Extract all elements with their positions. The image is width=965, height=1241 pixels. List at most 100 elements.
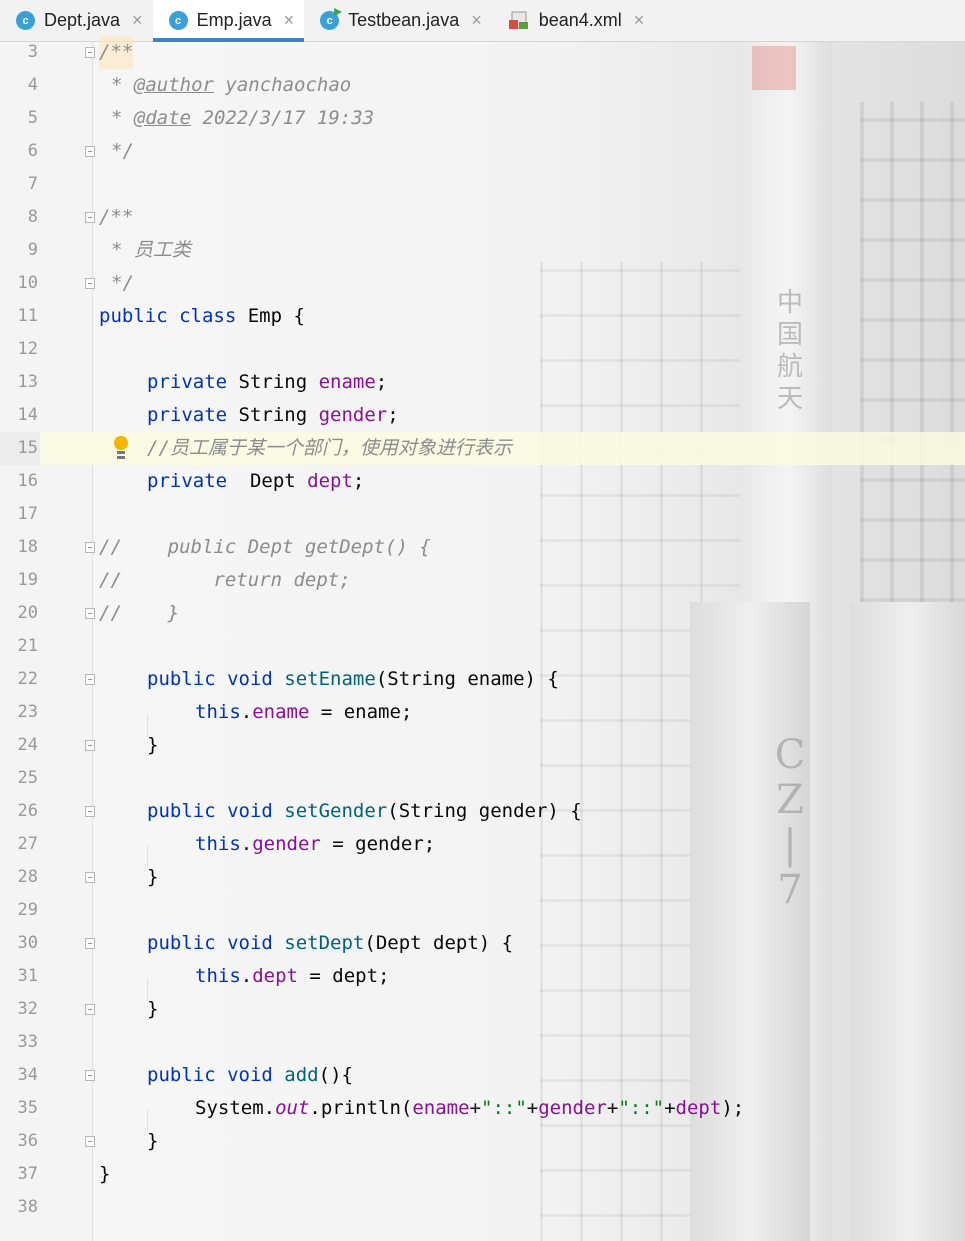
fold-marker[interactable] [85, 278, 95, 289]
code-text: } [147, 1130, 159, 1152]
java-class-icon: c [168, 11, 188, 30]
line-number: 15 [0, 432, 40, 465]
java-runnable-class-icon: c [320, 11, 340, 30]
code-line-13: 13 private String ename; [0, 366, 965, 399]
fold-marker[interactable] [85, 47, 95, 58]
tab-bean4-xml[interactable]: bean4.xml × [492, 0, 655, 41]
line-number: 25 [17, 768, 38, 788]
fold-marker[interactable] [85, 542, 95, 553]
code-line-26: 26 public void setGender(String gender) { [0, 795, 965, 828]
code-line-9: 9 * 员工类 [0, 234, 965, 267]
line-number: 21 [17, 636, 38, 656]
line-number: 19 [17, 570, 38, 590]
fold-marker[interactable] [85, 146, 95, 157]
code-line-33: 33 [0, 1026, 965, 1059]
line-number: 30 [17, 933, 38, 953]
code-text: */ [111, 140, 134, 162]
line-number: 7 [27, 174, 38, 194]
line-number: 31 [17, 966, 38, 986]
line-number: 34 [17, 1065, 38, 1085]
close-icon[interactable]: × [132, 10, 143, 31]
code-line-19: 19 // return dept; [0, 564, 965, 597]
fold-marker[interactable] [85, 872, 95, 883]
fold-marker[interactable] [85, 806, 95, 817]
code-line-7: 7 [0, 168, 965, 201]
tab-emp-java[interactable]: c Emp.java × [152, 0, 305, 42]
line-number: 16 [17, 471, 38, 491]
line-number: 3 [27, 42, 38, 62]
line-number: 32 [17, 999, 38, 1019]
code-line-34: 34 public void add(){ [0, 1059, 965, 1092]
fold-marker[interactable] [85, 1136, 95, 1147]
code-text: //员工属于某一个部门，使用对象进行表示 [147, 437, 512, 459]
code-line-37: 37} [0, 1158, 965, 1191]
line-number: 33 [17, 1032, 38, 1052]
code-line-10: 10 */ [0, 267, 965, 300]
code-line-30: 30 public void setDept(Dept dept) { [0, 927, 965, 960]
line-number: 17 [17, 504, 38, 524]
code-line-16: 16 private Dept dept; [0, 465, 965, 498]
line-number: 9 [27, 240, 38, 260]
code-line-28: 28} [0, 861, 965, 894]
fold-marker[interactable] [85, 212, 95, 223]
code-text: // public Dept getDept() { [99, 536, 431, 558]
fold-marker[interactable] [85, 938, 95, 949]
fold-marker[interactable] [85, 740, 95, 751]
code-line-5: 5 * @date 2022/3/17 19:33 [0, 102, 965, 135]
close-icon[interactable]: × [284, 10, 295, 31]
close-icon[interactable]: × [471, 10, 482, 31]
code-text: public void setDept(Dept dept) { [147, 932, 514, 954]
code-text: } [147, 998, 159, 1020]
lightbulb-icon[interactable] [112, 436, 130, 462]
line-number: 4 [27, 75, 38, 95]
fold-marker[interactable] [85, 1070, 95, 1081]
code-line-32: 32} [0, 993, 965, 1026]
code-line-11: 11 public class Emp { [0, 300, 965, 333]
code-text: public void setEname(String ename) { [147, 668, 559, 690]
line-number: 27 [17, 834, 38, 854]
fold-marker[interactable] [85, 1004, 95, 1015]
line-number: 11 [17, 306, 38, 326]
java-class-icon: c [16, 11, 35, 30]
code-text: System.out.println(ename+"::"+gender+"::… [195, 1097, 745, 1119]
line-number: 18 [17, 537, 38, 557]
code-text: } [147, 734, 159, 756]
code-text: // } [99, 602, 180, 624]
tab-label: Dept.java [44, 10, 121, 30]
code-line-38: 38 [0, 1191, 965, 1224]
line-number: 22 [17, 669, 38, 689]
code-text: public void add(){ [147, 1064, 353, 1086]
tab-testbean-java[interactable]: c Testbean.java × [304, 0, 492, 41]
code-line-36: 36} [0, 1125, 965, 1158]
code-text: } [147, 866, 159, 888]
code-line-14: 14 private String gender; [0, 399, 965, 432]
code-line-25: 25 [0, 762, 965, 795]
code-line-4: 4 * @author yanchaochao [0, 69, 965, 102]
code-line-6: 6 */ [0, 135, 965, 168]
code-text: } [99, 1163, 111, 1185]
line-number: 8 [27, 207, 38, 227]
fold-marker[interactable] [85, 674, 95, 685]
code-text: this.ename = ename; [195, 701, 413, 723]
code-line-12: 12 [0, 333, 965, 366]
code-line-3: 3 /** [0, 36, 965, 69]
code-editor[interactable]: 中 国 航 天 C Z | 7 3/** 4 * @author yanchaoc… [0, 36, 965, 1241]
line-number: 14 [17, 405, 38, 425]
code-line-8: 8 /** [0, 201, 965, 234]
line-number: 35 [17, 1098, 38, 1118]
tab-dept-java[interactable]: c Dept.java × [0, 0, 153, 41]
line-number: 13 [17, 372, 38, 392]
line-number: 38 [17, 1197, 38, 1217]
code-text: public void setGender(String gender) { [147, 800, 582, 822]
tab-label: Emp.java [196, 10, 272, 30]
fold-marker[interactable] [85, 608, 95, 619]
line-number: 36 [17, 1131, 38, 1151]
code-text: private String ename; [147, 371, 388, 393]
tab-label: bean4.xml [538, 10, 622, 30]
code-line-24: 24} [0, 729, 965, 762]
code-line-17: 17 [0, 498, 965, 531]
close-icon[interactable]: × [634, 10, 645, 31]
code-text: private String gender; [147, 404, 399, 426]
line-number: 28 [17, 867, 38, 887]
code-line-27: 27 this.gender = gender; [0, 828, 965, 861]
